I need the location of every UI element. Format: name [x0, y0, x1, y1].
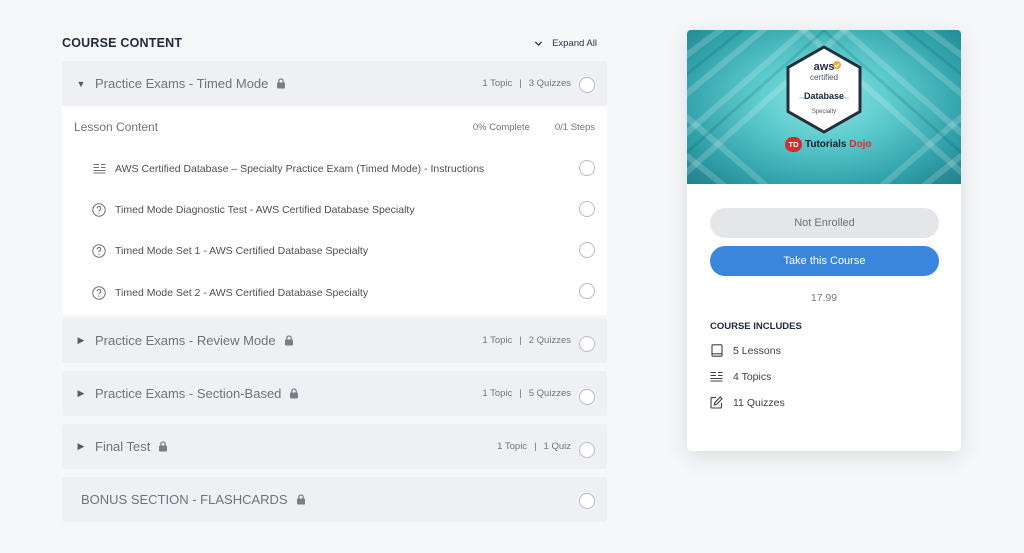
- logo-text-1: Tutorials: [805, 139, 847, 150]
- section-bonus-flashcards: BONUS SECTION - FLASHCARDS: [62, 477, 607, 522]
- book-icon: [710, 344, 723, 357]
- status-circle: [579, 336, 595, 352]
- logo-text: Tutorials Dojo: [805, 139, 871, 150]
- badge-brand: aws: [813, 61, 835, 73]
- badge-name: Database: [803, 91, 845, 101]
- not-enrolled-button[interactable]: Not Enrolled: [710, 208, 939, 238]
- question-circle-icon: [92, 202, 106, 217]
- lesson-item-title: Timed Mode Set 2 - AWS Certified Databas…: [115, 287, 369, 299]
- triangle-right-icon: ▶: [77, 335, 85, 345]
- status-circle: [579, 201, 595, 217]
- section-title: Practice Exams - Timed Mode: [95, 76, 269, 91]
- includes-quizzes: 11 Quizzes: [710, 395, 938, 410]
- lesson-content-header: Lesson Content 0% Complete 0/1 Steps: [62, 106, 607, 148]
- section-final-test: ▶ Final Test 1 Topic | 1 Quiz: [62, 424, 607, 469]
- quiz-count: 3 Quizzes: [528, 78, 571, 89]
- status-circle: [579, 493, 595, 509]
- topic-count: 1 Topic: [482, 78, 513, 89]
- badge-level: Specialty: [811, 109, 837, 115]
- take-course-button[interactable]: Take this Course: [710, 246, 939, 276]
- course-content-header: COURSE CONTENT Expand All: [62, 30, 607, 56]
- includes-text: 5 Lessons: [733, 344, 781, 357]
- lesson-item-title: Timed Mode Diagnostic Test - AWS Certifi…: [115, 203, 415, 216]
- lesson-item[interactable]: Timed Mode Set 2 - AWS Certified Databas…: [62, 271, 607, 315]
- lock-icon: [296, 494, 306, 505]
- lock-icon: [276, 78, 286, 89]
- section-header[interactable]: ▶ Practice Exams - Review Mode 1 Topic |…: [62, 318, 607, 363]
- course-card: aws certified Database Specialty TD Tuto…: [687, 30, 961, 451]
- question-circle-icon: [92, 243, 106, 258]
- section-title: Practice Exams - Review Mode: [95, 333, 276, 348]
- status-circle: [579, 77, 595, 93]
- topic-count: 1 Topic: [482, 388, 513, 399]
- steps-count: 0/1 Steps: [554, 121, 595, 133]
- status-circle: [579, 160, 595, 176]
- meta-separator: |: [519, 335, 522, 346]
- lesson-content-block: Lesson Content 0% Complete 0/1 Steps AWS…: [62, 106, 607, 315]
- expand-all-label: Expand All: [552, 37, 597, 49]
- meta-separator: |: [519, 78, 522, 89]
- course-price: 17.99: [810, 292, 838, 304]
- section-title: Practice Exams - Section-Based: [95, 386, 282, 401]
- section-header[interactable]: BONUS SECTION - FLASHCARDS: [62, 477, 607, 522]
- meta-separator: |: [534, 441, 537, 452]
- section-header[interactable]: ▶ Final Test 1 Topic | 1 Quiz: [62, 424, 607, 469]
- badge-certified: certified: [809, 73, 838, 82]
- meta-separator: |: [519, 388, 522, 399]
- tutorials-dojo-logo: TD Tutorials Dojo: [785, 137, 871, 152]
- lesson-item-title: AWS Certified Database – Specialty Pract…: [115, 162, 485, 175]
- section-header[interactable]: ▼ Practice Exams - Timed Mode 1 Topic | …: [62, 61, 607, 106]
- status-circle: [579, 442, 595, 458]
- topic-count: 1 Topic: [497, 441, 528, 452]
- topic-count: 1 Topic: [482, 335, 513, 346]
- lesson-item[interactable]: AWS Certified Database – Specialty Pract…: [62, 148, 607, 189]
- quiz-count: 1 Quiz: [543, 441, 571, 452]
- quiz-count: 2 Quizzes: [528, 335, 571, 346]
- percent-complete: 0% Complete: [472, 121, 530, 133]
- status-circle: [579, 242, 595, 258]
- status-circle: [579, 389, 595, 405]
- aws-certified-badge: [786, 45, 862, 134]
- triangle-right-icon: ▶: [77, 441, 85, 451]
- question-circle-icon: [92, 286, 106, 300]
- triangle-down-icon: ▼: [76, 78, 86, 89]
- section-header[interactable]: ▶ Practice Exams - Section-Based 1 Topic…: [62, 371, 607, 416]
- td-mark-icon: TD: [785, 137, 802, 152]
- topics-list-icon: [710, 370, 723, 383]
- includes-lessons: 5 Lessons: [710, 343, 938, 358]
- status-circle: [579, 283, 595, 299]
- lock-icon: [289, 388, 299, 399]
- lock-icon: [284, 335, 294, 346]
- course-includes-title: COURSE INCLUDES: [710, 321, 802, 332]
- course-hero-image: aws certified Database Specialty TD Tuto…: [687, 30, 961, 184]
- section-title: Final Test: [95, 439, 151, 454]
- section-meta: 1 Topic | 3 Quizzes: [482, 61, 571, 106]
- section-meta: 1 Topic | 5 Quizzes: [482, 371, 571, 416]
- quiz-edit-icon: [710, 396, 723, 409]
- includes-topics: 4 Topics: [710, 369, 938, 384]
- section-review-mode: ▶ Practice Exams - Review Mode 1 Topic |…: [62, 318, 607, 363]
- section-title: BONUS SECTION - FLASHCARDS: [81, 492, 288, 507]
- expand-all-button[interactable]: Expand All: [534, 38, 597, 49]
- lock-icon: [158, 441, 168, 452]
- course-content-panel: COURSE CONTENT Expand All ▼ Practice Exa…: [62, 30, 607, 522]
- section-meta: 1 Topic | 1 Quiz: [497, 424, 571, 469]
- lesson-progress: 0% Complete 0/1 Steps: [473, 122, 595, 133]
- section-section-based: ▶ Practice Exams - Section-Based 1 Topic…: [62, 371, 607, 416]
- course-content-title: COURSE CONTENT: [62, 36, 183, 50]
- lesson-item-title: Timed Mode Set 1 - AWS Certified Databas…: [115, 244, 369, 257]
- quiz-count: 5 Quizzes: [528, 388, 571, 399]
- triangle-right-icon: ▶: [77, 388, 85, 398]
- includes-text: 4 Topics: [733, 370, 772, 383]
- lesson-content-label: Lesson Content: [74, 120, 159, 134]
- chevron-down-icon: [534, 40, 543, 46]
- lesson-item[interactable]: Timed Mode Set 1 - AWS Certified Databas…: [62, 230, 607, 271]
- lesson-item[interactable]: Timed Mode Diagnostic Test - AWS Certifi…: [62, 189, 607, 230]
- includes-text: 11 Quizzes: [733, 396, 785, 409]
- document-lines-icon: [92, 162, 106, 176]
- logo-text-2: Dojo: [849, 139, 872, 150]
- section-timed-mode: ▼ Practice Exams - Timed Mode 1 Topic | …: [62, 61, 607, 106]
- section-meta: 1 Topic | 2 Quizzes: [482, 318, 571, 363]
- card-body: Not Enrolled Take this Course 17.99 COUR…: [687, 184, 961, 410]
